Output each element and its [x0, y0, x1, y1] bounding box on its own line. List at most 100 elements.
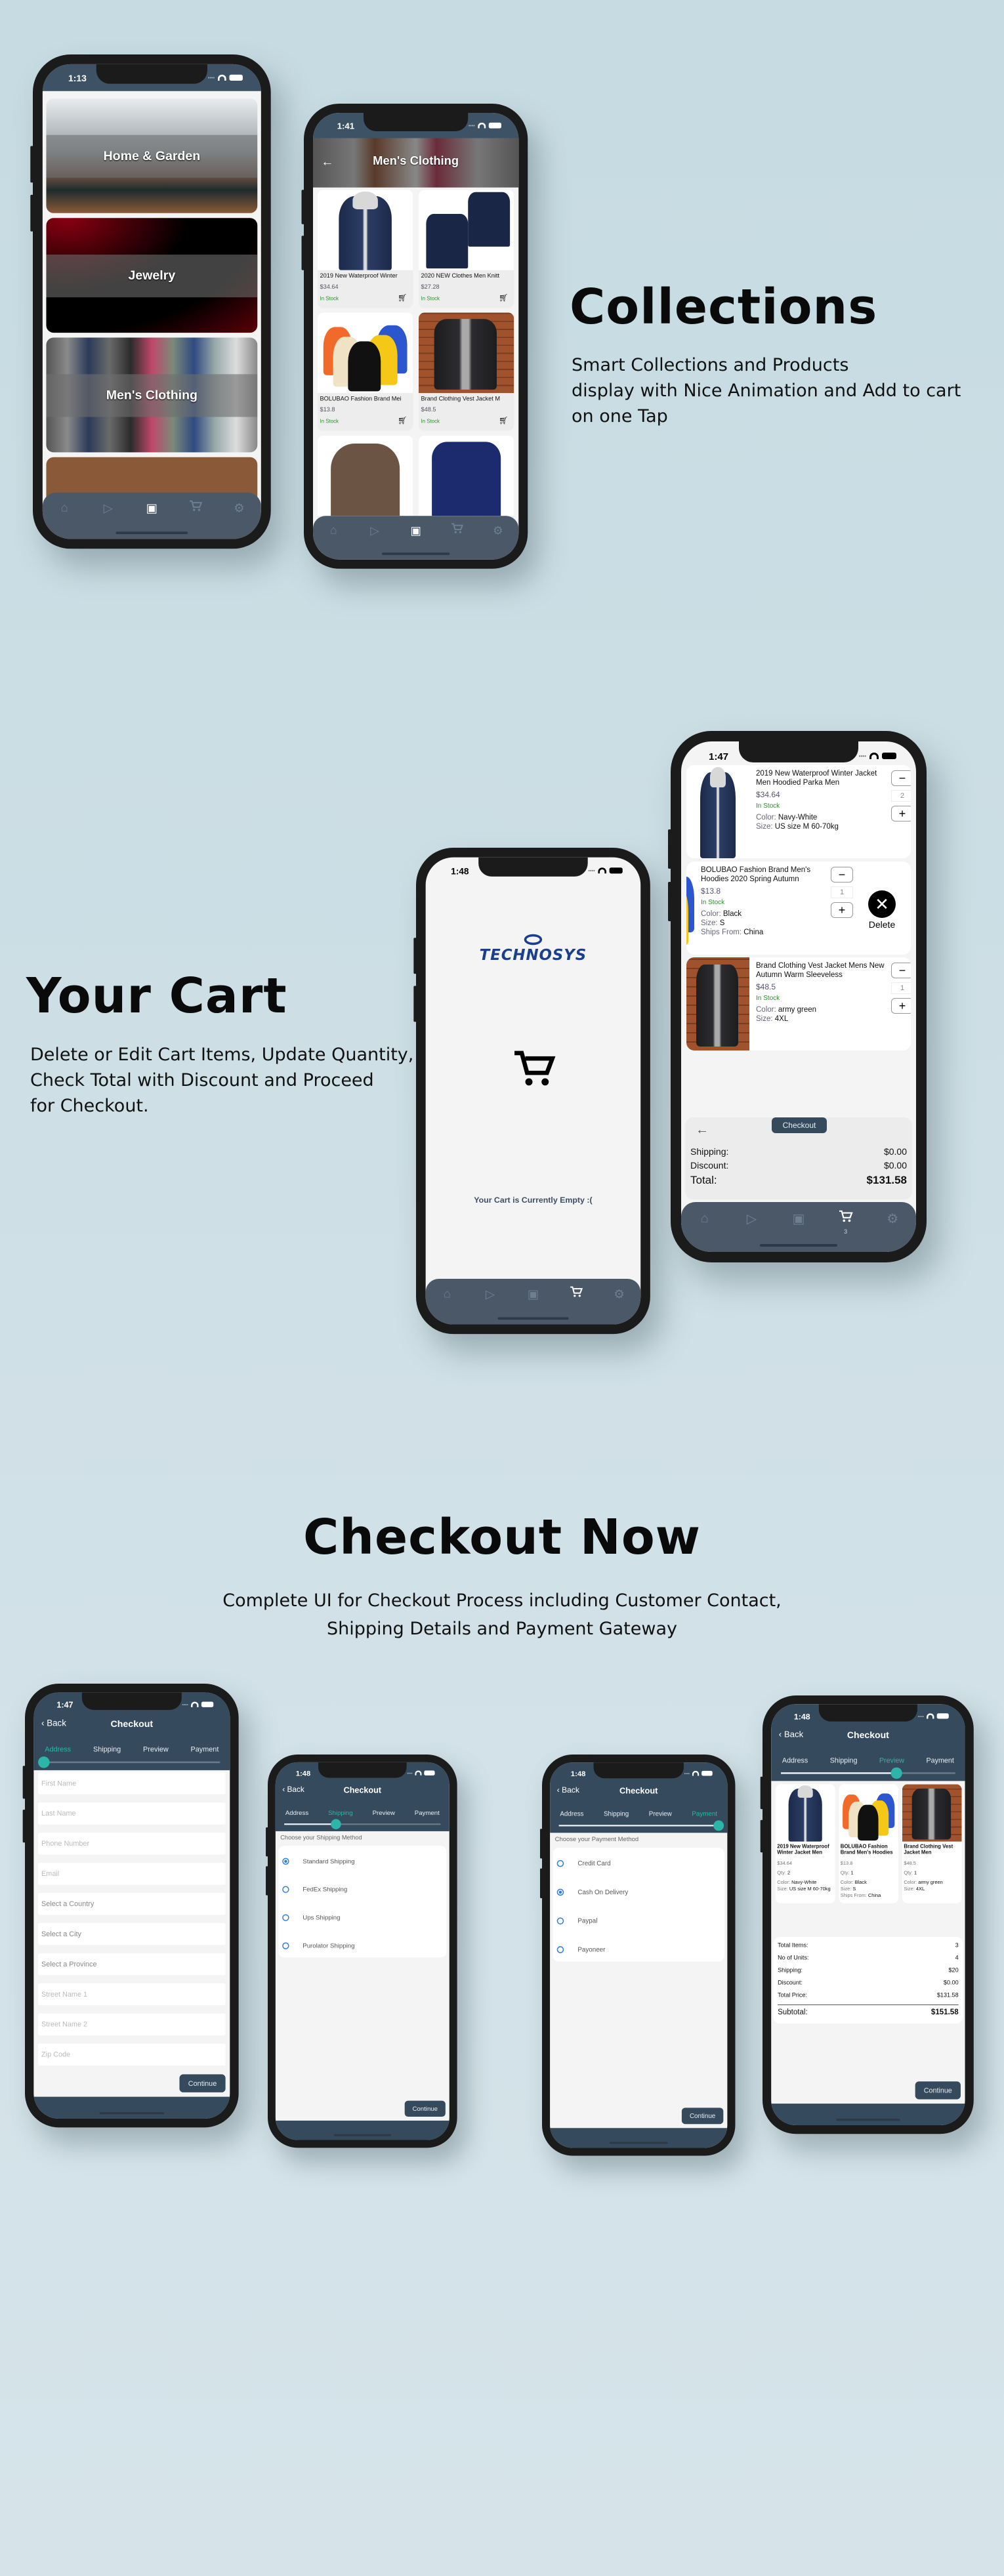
select-a-country-select[interactable]: Select a Country: [38, 1892, 226, 1915]
step-tab-payment[interactable]: Payment: [692, 1810, 717, 1818]
step-tab-address[interactable]: Address: [285, 1809, 308, 1816]
quantity-value[interactable]: 2: [891, 790, 911, 802]
step-tab-shipping[interactable]: Shipping: [328, 1809, 352, 1816]
tab-settings[interactable]: ⚙: [490, 522, 507, 539]
tab-collections[interactable]: ▣: [142, 499, 161, 517]
product-card[interactable]: 2019 New Waterproof Winter $34.64 In Stock…: [318, 190, 413, 308]
add-to-cart-icon[interactable]: 🛒︎: [499, 416, 508, 425]
notch: [81, 1692, 182, 1711]
cart-item[interactable]: Brand Clothing Vest Jacket Mens New Autu…: [686, 957, 911, 1050]
add-to-cart-icon[interactable]: 🛒︎: [398, 293, 407, 302]
radio-button[interactable]: [556, 1917, 564, 1924]
step-tab-address[interactable]: Address: [560, 1810, 583, 1818]
option-purolator-shipping[interactable]: Purolator Shipping: [282, 1942, 354, 1949]
product-card[interactable]: Brand Clothing Vest Jacket M $48.5 In Stoc…: [419, 312, 514, 431]
continue-button[interactable]: Continue: [681, 2108, 724, 2125]
option-cash-on-delivery[interactable]: Cash On Delivery: [556, 1888, 628, 1896]
notch: [364, 113, 469, 131]
add-to-cart-icon[interactable]: 🛒︎: [398, 416, 407, 425]
quantity-value[interactable]: 1: [891, 982, 911, 994]
option-fedex-shipping[interactable]: FedEx Shipping: [282, 1886, 347, 1893]
tab-cart[interactable]: [448, 522, 465, 539]
decrease-quantity-button[interactable]: −: [891, 770, 911, 786]
continue-button[interactable]: Continue: [915, 2081, 961, 2100]
tab-collections[interactable]: ▣: [407, 522, 424, 539]
category-card[interactable]: Home & Garden: [46, 98, 258, 213]
option-credit-card[interactable]: Credit Card: [556, 1859, 611, 1867]
step-tab-address[interactable]: Address: [782, 1756, 808, 1764]
radio-button[interactable]: [556, 1859, 564, 1867]
radio-button[interactable]: [282, 1914, 289, 1921]
first-name-field[interactable]: First Name: [38, 1772, 226, 1795]
add-to-cart-icon[interactable]: 🛒︎: [499, 293, 508, 302]
tab-collections[interactable]: ▣: [524, 1285, 542, 1302]
cart-item[interactable]: 2019 New Waterproof Winter Jacket Men Ho…: [686, 765, 911, 858]
tab-home[interactable]: ⌂: [695, 1209, 715, 1228]
step-tab-address[interactable]: Address: [45, 1745, 71, 1754]
product-card[interactable]: BOLUBAO Fashion Brand Mei $13.8 In Stock 🛒︎: [318, 312, 413, 431]
step-tab-shipping[interactable]: Shipping: [830, 1756, 858, 1764]
zip-code-field[interactable]: Zip Code: [38, 2043, 226, 2066]
tab-tag[interactable]: ▷: [99, 499, 117, 517]
option-paypal[interactable]: Paypal: [556, 1917, 597, 1924]
option-payoneer[interactable]: Payoneer: [556, 1945, 605, 1953]
quantity-value[interactable]: 1: [831, 886, 853, 898]
attribute-value: China: [868, 1892, 881, 1898]
tab-settings[interactable]: ⚙: [230, 499, 249, 517]
back-arrow-icon[interactable]: ←: [696, 1123, 709, 1138]
decrease-quantity-button[interactable]: −: [831, 867, 853, 883]
checkout-button[interactable]: Checkout: [772, 1117, 827, 1133]
radio-button[interactable]: [282, 1858, 289, 1865]
tab-settings[interactable]: ⚙: [883, 1209, 902, 1228]
increase-quantity-button[interactable]: +: [891, 998, 911, 1014]
delete-button[interactable]: ✕ Delete: [862, 890, 902, 930]
step-tab-preview[interactable]: Preview: [879, 1756, 904, 1764]
step-tab-payment[interactable]: Payment: [191, 1745, 219, 1754]
step-tab-payment[interactable]: Payment: [926, 1756, 953, 1764]
category-card[interactable]: Jewelry: [46, 218, 258, 333]
tab-home[interactable]: ⌂: [325, 522, 342, 539]
radio-button[interactable]: [282, 1886, 289, 1893]
tab-tag[interactable]: ▷: [481, 1285, 499, 1302]
step-tab-preview[interactable]: Preview: [373, 1809, 395, 1816]
select-a-city-select[interactable]: Select a City: [38, 1922, 226, 1945]
increase-quantity-button[interactable]: +: [891, 806, 911, 821]
tab-cart[interactable]: [186, 499, 205, 517]
decrease-quantity-button[interactable]: −: [891, 963, 911, 978]
step-tab-shipping[interactable]: Shipping: [93, 1745, 121, 1754]
option-standard-shipping[interactable]: Standard Shipping: [282, 1858, 354, 1865]
category-card[interactable]: Men's Clothing: [46, 337, 258, 453]
tab-home[interactable]: ⌂: [438, 1285, 456, 1302]
radio-button[interactable]: [556, 1945, 564, 1953]
continue-button[interactable]: Continue: [179, 2074, 226, 2092]
notch: [593, 1762, 684, 1779]
radio-button[interactable]: [556, 1888, 564, 1896]
tab-cart[interactable]: [567, 1285, 585, 1302]
increase-quantity-button[interactable]: +: [831, 902, 853, 918]
attribute-label: Size:: [840, 1886, 853, 1892]
summary-label: Total Items:: [778, 1942, 808, 1949]
phone-number-field[interactable]: Phone Number: [38, 1833, 226, 1855]
street-name-1-field[interactable]: Street Name 1: [38, 1983, 226, 2006]
tab-cart[interactable]: 3: [836, 1209, 856, 1235]
step-tab-shipping[interactable]: Shipping: [604, 1810, 629, 1818]
step-tab-preview[interactable]: Preview: [649, 1810, 672, 1818]
continue-button[interactable]: Continue: [404, 2100, 446, 2117]
product-card[interactable]: 2020 NEW Clothes Men Knitt $27.28 In Stock…: [419, 190, 514, 308]
street-name-2-field[interactable]: Street Name 2: [38, 2013, 226, 2036]
cart-item[interactable]: BOLUBAO Fashion Brand Men's Hoodies 2020…: [686, 862, 911, 955]
summary-label: Total:: [690, 1174, 717, 1186]
option-ups-shipping[interactable]: Ups Shipping: [282, 1914, 341, 1921]
tab-tag[interactable]: ▷: [366, 522, 383, 539]
preview-item-card: Brand Clothing Vest Jacket Men $48.5 Qty: …: [902, 1784, 962, 1903]
tab-home[interactable]: ⌂: [55, 499, 73, 517]
select-a-province-select[interactable]: Select a Province: [38, 1953, 226, 1976]
step-tab-payment[interactable]: Payment: [415, 1809, 440, 1816]
tab-tag[interactable]: ▷: [742, 1209, 761, 1228]
tab-settings[interactable]: ⚙: [610, 1285, 628, 1302]
last-name-field[interactable]: Last Name: [38, 1802, 226, 1825]
tab-collections[interactable]: ▣: [789, 1209, 808, 1228]
email-field[interactable]: Email: [38, 1863, 226, 1885]
radio-button[interactable]: [282, 1942, 289, 1949]
step-tab-preview[interactable]: Preview: [143, 1745, 169, 1754]
